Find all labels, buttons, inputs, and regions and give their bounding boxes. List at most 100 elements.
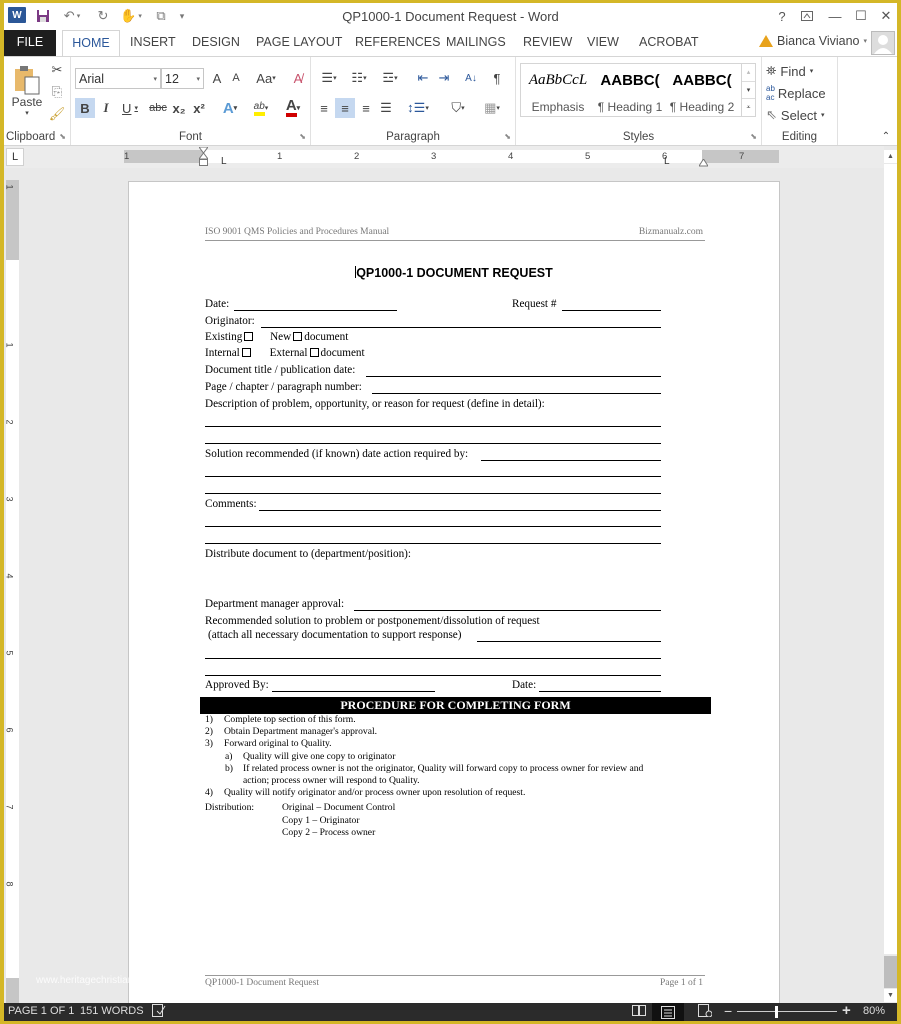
request-field[interactable] <box>562 310 661 311</box>
vertical-scrollbar[interactable]: ▲ ▼ <box>884 146 897 1003</box>
solution-date-field[interactable] <box>481 460 661 461</box>
print-layout-icon[interactable] <box>652 1003 684 1021</box>
horizontal-ruler[interactable]: 1 1 2 3 4 5 6 7 L L <box>124 146 779 167</box>
tab-design[interactable]: DESIGN <box>184 30 248 56</box>
comments-field[interactable] <box>259 510 661 511</box>
superscript-button[interactable]: x² <box>190 98 208 118</box>
avatar[interactable] <box>871 31 895 55</box>
proofing-icon[interactable] <box>152 1004 166 1020</box>
page-chapter-field[interactable] <box>372 393 661 394</box>
minimize-icon[interactable]: — <box>824 7 846 25</box>
strikethrough-button[interactable]: abc <box>147 98 169 118</box>
web-layout-icon[interactable] <box>698 1004 713 1020</box>
line-spacing-button[interactable]: ↕☰ ▾ <box>403 98 433 118</box>
external-checkbox[interactable] <box>309 348 319 357</box>
tab-references[interactable]: REFERENCES <box>347 30 448 56</box>
text-effects-button[interactable]: A ▾ <box>217 98 243 118</box>
scroll-up-icon[interactable]: ▲ <box>884 150 897 163</box>
comments-line[interactable] <box>205 526 661 527</box>
select-button[interactable]: ⇖ Select ▾ <box>766 105 834 125</box>
grow-font-button[interactable]: A <box>208 69 226 87</box>
underline-button[interactable]: U ▾ <box>117 98 143 118</box>
style-heading-2[interactable]: AABBC( ¶ Heading 2 <box>667 64 737 116</box>
solution-line[interactable] <box>205 493 661 494</box>
bold-button[interactable]: B <box>75 98 95 118</box>
word-count[interactable]: 151 WORDS <box>80 1005 144 1017</box>
italic-button[interactable]: I <box>97 98 115 118</box>
indent-marker[interactable] <box>198 146 209 166</box>
zoom-slider[interactable] <box>737 1011 837 1012</box>
zoom-slider-thumb[interactable] <box>774 1006 778 1018</box>
increase-indent-button[interactable]: ⇥ <box>434 68 454 88</box>
dept-approval-field[interactable] <box>354 610 661 611</box>
left-tab-stop[interactable]: L <box>221 156 227 167</box>
ribbon-display-options-icon[interactable] <box>796 7 818 25</box>
description-line[interactable] <box>205 426 661 427</box>
font-name-select[interactable]: Arial ▾ <box>75 68 161 89</box>
document-page[interactable]: ISO 9001 QMS Policies and Procedures Man… <box>128 181 780 1011</box>
description-line[interactable] <box>205 443 661 444</box>
tab-page-layout[interactable]: PAGE LAYOUT <box>248 30 350 56</box>
clipboard-launcher-icon[interactable]: ⬊ <box>59 132 66 141</box>
tab-selector[interactable]: L <box>6 148 24 166</box>
zoom-out-button[interactable]: − <box>724 1003 732 1019</box>
cut-icon[interactable]: ✂ <box>48 61 66 79</box>
clear-formatting-icon[interactable]: A̸ <box>289 69 307 87</box>
align-right-button[interactable]: ≡ <box>357 98 375 118</box>
zoom-in-button[interactable]: + <box>842 1002 851 1019</box>
doc-title-field[interactable] <box>366 376 661 377</box>
decrease-indent-button[interactable]: ⇤ <box>413 68 433 88</box>
style-heading-1[interactable]: AABBC( ¶ Heading 1 <box>595 64 665 116</box>
align-center-button[interactable]: ≡ <box>335 98 355 118</box>
scroll-track[interactable] <box>884 164 897 954</box>
tab-review[interactable]: REVIEW <box>515 30 580 56</box>
close-icon[interactable]: ✕ <box>875 7 897 25</box>
zoom-level[interactable]: 80% <box>863 1005 885 1017</box>
tab-mailings[interactable]: MAILINGS <box>438 30 514 56</box>
align-left-button[interactable]: ≡ <box>315 98 333 118</box>
font-color-button[interactable]: A ▾ <box>279 98 307 118</box>
highlight-button[interactable]: ab ▾ <box>247 98 275 118</box>
scroll-thumb[interactable] <box>884 956 897 988</box>
recommended-line[interactable] <box>205 675 661 676</box>
comments-line[interactable] <box>205 543 661 544</box>
help-icon[interactable]: ? <box>771 7 793 25</box>
existing-checkbox[interactable] <box>244 332 254 341</box>
copy-icon[interactable]: ⎘ <box>48 83 66 101</box>
collapse-ribbon-icon[interactable]: ⌃ <box>879 129 893 143</box>
shrink-font-button[interactable]: A <box>227 69 245 87</box>
replace-button[interactable]: ab ac Replace <box>766 83 834 103</box>
paragraph-launcher-icon[interactable]: ⬊ <box>504 132 511 141</box>
find-button[interactable]: ⛯ Find ▾ <box>766 61 834 81</box>
approved-by-field[interactable] <box>272 691 435 692</box>
tab-insert[interactable]: INSERT <box>122 30 184 56</box>
multilevel-list-button[interactable]: ☲ ▾ <box>375 68 405 88</box>
style-emphasis[interactable]: AaBbCcL Emphasis <box>523 64 593 116</box>
left-tab-stop[interactable]: L <box>664 156 670 167</box>
new-checkbox[interactable] <box>293 332 303 341</box>
font-launcher-icon[interactable]: ⬊ <box>299 132 306 141</box>
user-account[interactable]: Bianca Viviano ▾ <box>759 34 867 48</box>
tab-home[interactable]: HOME <box>62 30 120 57</box>
vertical-ruler[interactable]: 1 1 2 3 4 5 6 7 8 <box>5 180 19 1018</box>
read-mode-icon[interactable] <box>632 1004 646 1020</box>
borders-button[interactable]: ▦ ▾ <box>477 98 507 118</box>
attach-field[interactable] <box>477 641 661 642</box>
tab-file[interactable]: FILE <box>4 30 56 56</box>
format-painter-icon[interactable]: 🖌 <box>48 105 66 123</box>
originator-field[interactable] <box>261 327 661 328</box>
date-field[interactable] <box>234 310 397 311</box>
sort-button[interactable]: A↓ <box>461 68 481 88</box>
font-size-select[interactable]: 12 ▾ <box>161 68 204 89</box>
styles-up-icon[interactable]: ▴ <box>742 64 755 81</box>
bullets-button[interactable]: ☰ ▾ <box>315 68 343 88</box>
subscript-button[interactable]: x₂ <box>170 98 188 118</box>
tab-acrobat[interactable]: ACROBAT <box>631 30 707 56</box>
tab-view[interactable]: VIEW <box>579 30 627 56</box>
recommended-line[interactable] <box>205 658 661 659</box>
numbering-button[interactable]: ☷ ▾ <box>345 68 373 88</box>
paste-button[interactable]: Paste ▾ <box>10 61 44 121</box>
change-case-button[interactable]: Aa ▾ <box>251 69 281 87</box>
justify-button[interactable]: ☰ <box>377 98 395 118</box>
internal-checkbox[interactable] <box>241 348 251 357</box>
